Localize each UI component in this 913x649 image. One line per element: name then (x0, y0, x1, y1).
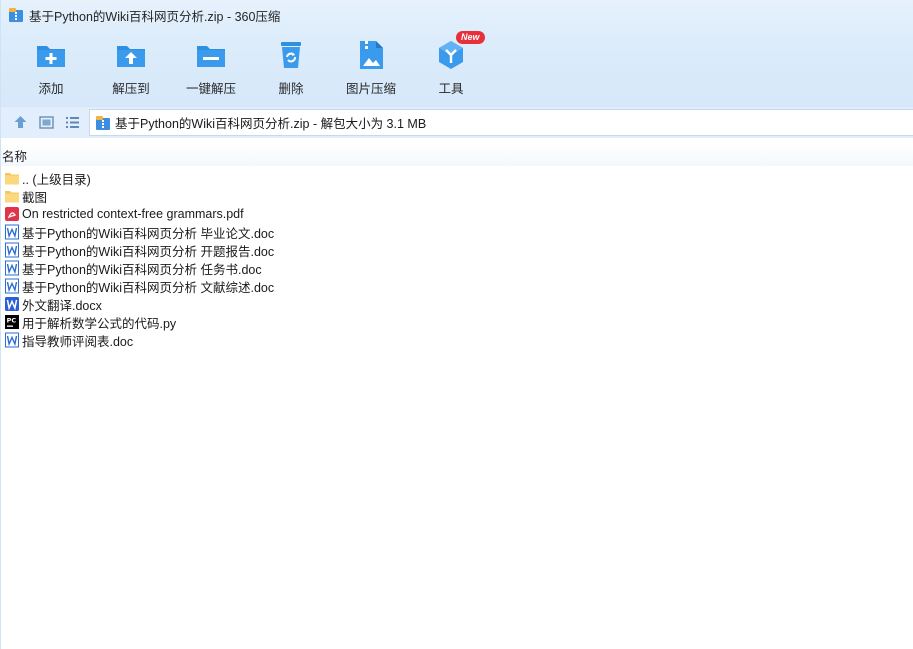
word-doc-icon (5, 332, 19, 348)
file-name: .. (上级目录) (22, 172, 91, 187)
folder-extract-icon (117, 46, 145, 67)
title-bar: 基于Python的Wiki百科网页分析.zip - 360压缩 (1, 0, 913, 30)
zip-archive-icon (96, 115, 110, 130)
pycharm-file-icon: PC (5, 315, 19, 329)
word-doc-icon (5, 224, 19, 240)
list-item[interactable]: 基于Python的Wiki百科网页分析 任务书.doc (1, 259, 913, 277)
word-doc-icon (5, 242, 19, 258)
file-name: 截图 (22, 190, 48, 205)
extract-to-button[interactable]: 解压到 (91, 36, 171, 98)
word-doc-icon (5, 260, 19, 276)
svg-text:PC: PC (7, 317, 17, 325)
extract-to-label: 解压到 (112, 82, 150, 96)
image-compress-button[interactable]: 图片压缩 (331, 36, 411, 98)
list-item[interactable]: 基于Python的Wiki百科网页分析 开题报告.doc (1, 241, 913, 259)
recycle-bin-icon (281, 42, 301, 68)
folder-add-icon (37, 46, 65, 67)
image-compress-label: 图片压缩 (345, 82, 396, 96)
path-text: 基于Python的Wiki百科网页分析.zip - 解包大小为 3.1 MB (115, 117, 427, 131)
add-button[interactable]: 添加 (11, 36, 91, 98)
thumbnail-view-button[interactable] (33, 111, 59, 135)
window-title: 基于Python的Wiki百科网页分析.zip - 360压缩 (29, 9, 281, 24)
word-doc-icon (5, 278, 19, 294)
file-name: 基于Python的Wiki百科网页分析 开题报告.doc (22, 244, 275, 259)
address-bar: 基于Python的Wiki百科网页分析.zip - 解包大小为 3.1 MB (1, 106, 913, 138)
one-click-extract-button[interactable]: 一键解压 (171, 36, 251, 98)
image-compress-icon (360, 41, 383, 69)
list-item[interactable]: 指导教师评阅表.doc (1, 331, 913, 349)
one-click-extract-label: 一键解压 (185, 82, 236, 96)
file-name: On restricted context-free grammars.pdf (22, 207, 244, 221)
folder-icon (5, 173, 19, 185)
tools-label: 工具 (438, 82, 464, 96)
list-item[interactable]: PC 用于解析数学公式的代码.py (1, 313, 913, 331)
list-item[interactable]: .. (上级目录) (1, 169, 913, 187)
file-list: .. (上级目录) 截图 On restricted context-free gr… (1, 169, 913, 349)
arrow-up-icon (14, 116, 26, 128)
file-name: 外文翻译.docx (22, 298, 102, 313)
folder-icon (5, 191, 19, 203)
toolbar: 添加 解压到 一键解压 删除 图片压缩 New 工具 (11, 31, 491, 100)
file-name: 基于Python的Wiki百科网页分析 任务书.doc (22, 262, 262, 277)
file-name: 用于解析数学公式的代码.py (22, 316, 177, 331)
new-badge: New (456, 31, 485, 44)
zip-archive-icon (9, 8, 23, 22)
window-chrome: 基于Python的Wiki百科网页分析.zip - 360压缩 添加 解压到 一… (1, 0, 913, 106)
list-item[interactable]: 截图 (1, 187, 913, 205)
file-name: 基于Python的Wiki百科网页分析 文献综述.doc (22, 280, 275, 295)
delete-button[interactable]: 删除 (251, 36, 331, 98)
thumbnail-view-icon (38, 116, 54, 129)
delete-label: 删除 (278, 82, 304, 96)
app-window: 基于Python的Wiki百科网页分析.zip - 360压缩 添加 解压到 一… (0, 0, 913, 649)
tools-button[interactable]: New 工具 (411, 31, 491, 98)
file-name: 指导教师评阅表.doc (22, 334, 134, 349)
list-item[interactable]: 基于Python的Wiki百科网页分析 毕业论文.doc (1, 223, 913, 241)
up-level-button[interactable] (7, 111, 33, 135)
list-view-button[interactable] (59, 111, 85, 135)
list-item[interactable]: 基于Python的Wiki百科网页分析 文献综述.doc (1, 277, 913, 295)
folder-one-click-extract-icon (197, 46, 225, 67)
word-docx-icon (5, 297, 19, 311)
list-item[interactable]: On restricted context-free grammars.pdf (1, 205, 913, 223)
file-list-header: 名称 (1, 144, 913, 166)
path-field[interactable]: 基于Python的Wiki百科网页分析.zip - 解包大小为 3.1 MB (89, 109, 913, 136)
add-label: 添加 (38, 82, 64, 96)
list-view-icon (65, 117, 79, 128)
list-item[interactable]: 外文翻译.docx (1, 295, 913, 313)
name-column-header[interactable]: 名称 (1, 146, 27, 165)
file-name: 基于Python的Wiki百科网页分析 毕业论文.doc (22, 226, 275, 241)
pdf-file-icon (5, 207, 19, 221)
